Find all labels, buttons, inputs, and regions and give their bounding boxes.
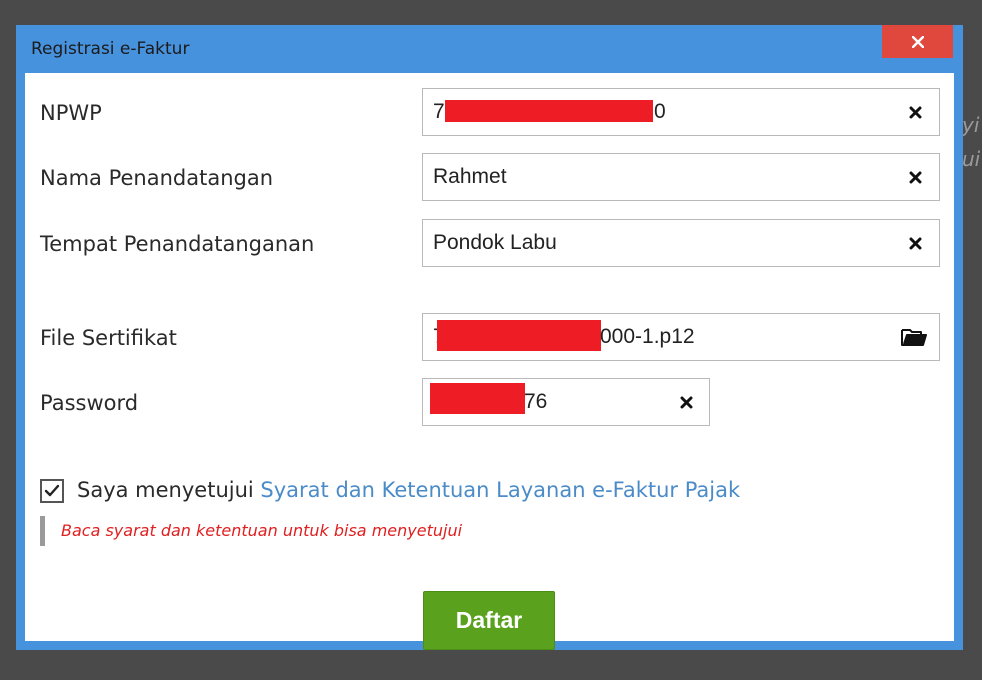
close-button[interactable] <box>882 25 953 58</box>
clear-x-icon <box>909 237 921 249</box>
agree-label: Saya menyetujui <box>77 478 254 502</box>
password-clear-button[interactable] <box>676 392 696 412</box>
agree-checkbox[interactable] <box>40 479 64 503</box>
warning-text: Baca syarat dan ketentuan untuk bisa men… <box>61 521 463 540</box>
dialog-titlebar: Registrasi e-Faktur <box>16 25 963 73</box>
tempat-field[interactable]: Pondok Labu <box>422 219 940 267</box>
npwp-value-suffix: 0 <box>654 100 666 123</box>
tempat-label: Tempat Penandatanganan <box>40 232 315 256</box>
password-field[interactable]: 76 <box>422 378 710 426</box>
sertifikat-value-suffix: 000-1.p12 <box>600 325 695 348</box>
sertifikat-browse-button[interactable] <box>901 327 927 351</box>
background-text-1: yi <box>962 113 980 137</box>
clear-x-icon <box>680 396 692 408</box>
nama-clear-button[interactable] <box>905 167 925 187</box>
npwp-label: NPWP <box>40 101 102 125</box>
agree-text: Saya menyetujui Syarat dan Ketentuan Lay… <box>77 478 740 502</box>
password-label: Password <box>40 391 139 415</box>
npwp-redaction <box>445 100 653 122</box>
folder-icon <box>901 329 927 346</box>
password-value-suffix: 76 <box>524 390 548 413</box>
terms-link[interactable]: Syarat dan Ketentuan Layanan e-Faktur Pa… <box>260 478 740 502</box>
nama-field[interactable]: Rahmet <box>422 153 940 201</box>
warning-bar <box>40 516 45 546</box>
tempat-value: Pondok Labu <box>433 231 557 254</box>
npwp-field[interactable]: 7 0 <box>422 88 940 136</box>
nama-value: Rahmet <box>433 165 507 188</box>
dialog-title: Registrasi e-Faktur <box>31 39 190 59</box>
sertifikat-label: File Sertifikat <box>40 326 177 350</box>
dialog-content: NPWP 7 0 Nama Penandatangan Rahmet Tempa… <box>25 73 954 650</box>
clear-x-icon <box>909 106 921 118</box>
clear-x-icon <box>909 171 921 183</box>
tempat-clear-button[interactable] <box>905 233 925 253</box>
nama-label: Nama Penandatangan <box>40 166 274 190</box>
checkmark-icon <box>44 484 60 497</box>
npwp-clear-button[interactable] <box>905 102 925 122</box>
sertifikat-field[interactable]: 7 000-1.p12 <box>422 313 940 361</box>
daftar-button[interactable]: Daftar <box>423 591 555 650</box>
password-redaction <box>430 383 525 414</box>
sertifikat-redaction <box>437 320 601 351</box>
close-x-icon <box>911 35 924 48</box>
registration-dialog: Registrasi e-Faktur NPWP 7 0 Nama Penand… <box>16 25 963 650</box>
npwp-value-prefix: 7 <box>433 100 445 123</box>
background-text-2: ui <box>962 147 981 171</box>
